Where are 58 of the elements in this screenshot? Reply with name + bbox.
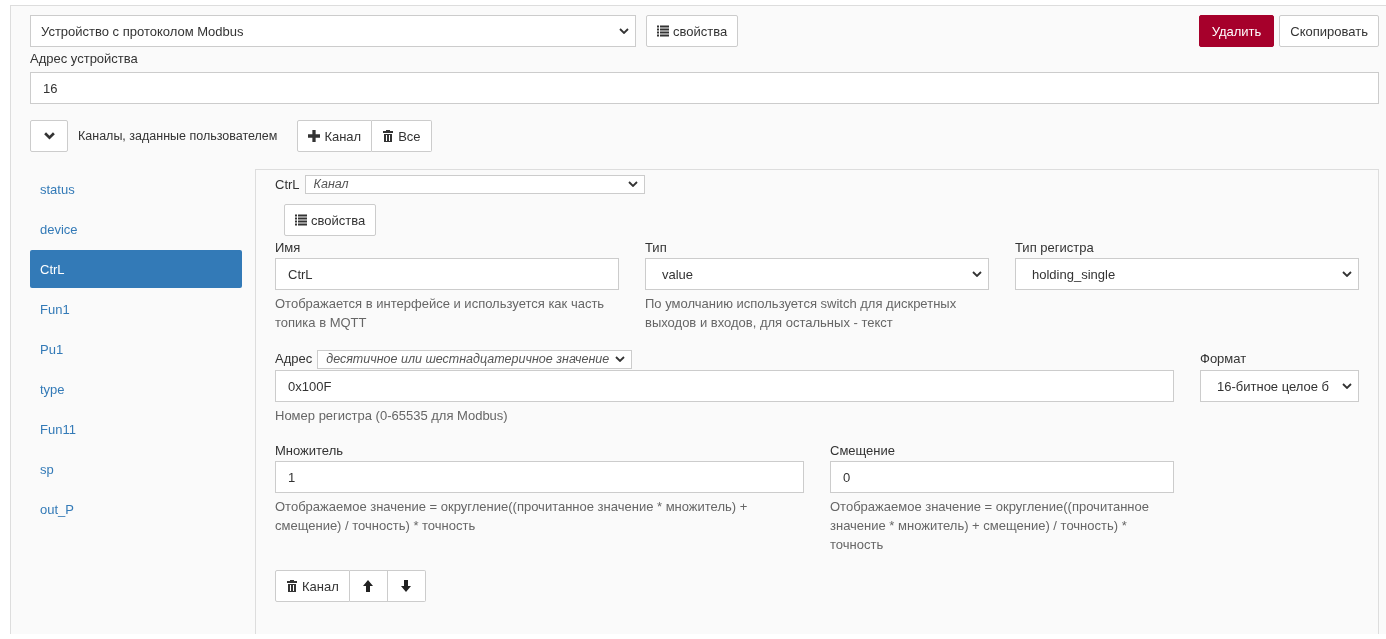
chevron-icon [615, 356, 626, 362]
type-select[interactable]: value [645, 258, 989, 290]
name-input[interactable]: CtrL [275, 258, 619, 290]
type-label: Тип [645, 239, 668, 257]
chevron-icon [1342, 383, 1352, 389]
collapse-button[interactable] [30, 120, 68, 152]
channels-title: Каналы, заданные пользователем [78, 129, 278, 143]
offset-help-text: Отображаемое значение = округление((прочитанное значение * множитель) + смещение) / точность) * точность [830, 498, 1150, 554]
address-mode-select[interactable]: десятичное или шестнадцатеричное значение [317, 349, 633, 369]
channel-list-item[interactable]: sp [30, 450, 242, 488]
trash-icon [382, 130, 395, 142]
trash-icon [286, 580, 298, 592]
format-select[interactable]: 16-битное целое б [1200, 370, 1359, 402]
plus-icon [308, 130, 321, 142]
chevron-icon [627, 181, 638, 187]
channel-list-item[interactable]: CtrL [30, 250, 242, 288]
offset-input[interactable]: 0 [830, 461, 1174, 493]
multiplier-input[interactable]: 1 [275, 461, 804, 493]
list-icon [657, 25, 669, 37]
offset-label: Смещение [830, 442, 896, 460]
format-label: Формат [1200, 350, 1247, 368]
delete-button[interactable]: Удалить [1198, 15, 1275, 47]
name-label: Имя [275, 239, 302, 257]
type-help-text: По умолчанию используется switch для дискретных выходов и входов, для остальных - текст [645, 295, 958, 332]
channel-list-item[interactable]: status [30, 170, 242, 208]
arrow-up-icon [363, 580, 374, 592]
copy-button[interactable]: Скопировать [1279, 15, 1379, 47]
name-help-text: Отображается в интерфейсе и используется как часть топика в MQTT [275, 295, 606, 332]
delete-all-button[interactable]: Все [372, 120, 432, 152]
channel-list-item[interactable]: device [30, 210, 242, 248]
channel-list-item[interactable]: Fun11 [30, 410, 242, 448]
properties-button[interactable]: свойства [646, 15, 739, 47]
address-label: Адрес [275, 350, 313, 368]
move-up-button[interactable] [349, 570, 388, 602]
protocol-select[interactable]: Устройство с протоколом Modbus [30, 15, 636, 47]
add-channel-button[interactable]: Канал [297, 120, 373, 152]
list-icon [295, 214, 307, 226]
register-type-select[interactable]: holding_single [1015, 258, 1359, 290]
address-input[interactable]: 16 [30, 72, 1379, 104]
channel-list-item[interactable]: Fun1 [30, 290, 242, 328]
chevron-icon [619, 28, 629, 34]
arrow-down-icon [401, 580, 412, 592]
channel-type-select[interactable]: Канал [304, 174, 645, 194]
channel-list-item[interactable]: type [30, 370, 242, 408]
properties-button[interactable]: свойства [284, 204, 377, 236]
chevron-icon [1342, 271, 1352, 277]
delete-channel-button[interactable]: Канал [275, 570, 350, 602]
register-type-label: Тип регистра [1015, 239, 1095, 257]
channel-list-item[interactable]: out_P [30, 490, 242, 528]
channel-title: CtrL [275, 176, 300, 192]
channel-list-item[interactable]: Pu1 [30, 330, 242, 368]
address-input[interactable]: 0x100F [275, 370, 1174, 402]
address-help-text: Номер регистра (0-65535 для Modbus) [275, 407, 509, 425]
multiplier-label: Множитель [275, 442, 344, 460]
chevron-icon [972, 271, 982, 277]
multiplier-help-text: Отображаемое значение = округление((прочитанное значение * множитель) + смещение) / точность) * точность [275, 498, 749, 535]
address-label: Адрес устройства [30, 51, 139, 68]
move-down-button[interactable] [387, 570, 426, 602]
